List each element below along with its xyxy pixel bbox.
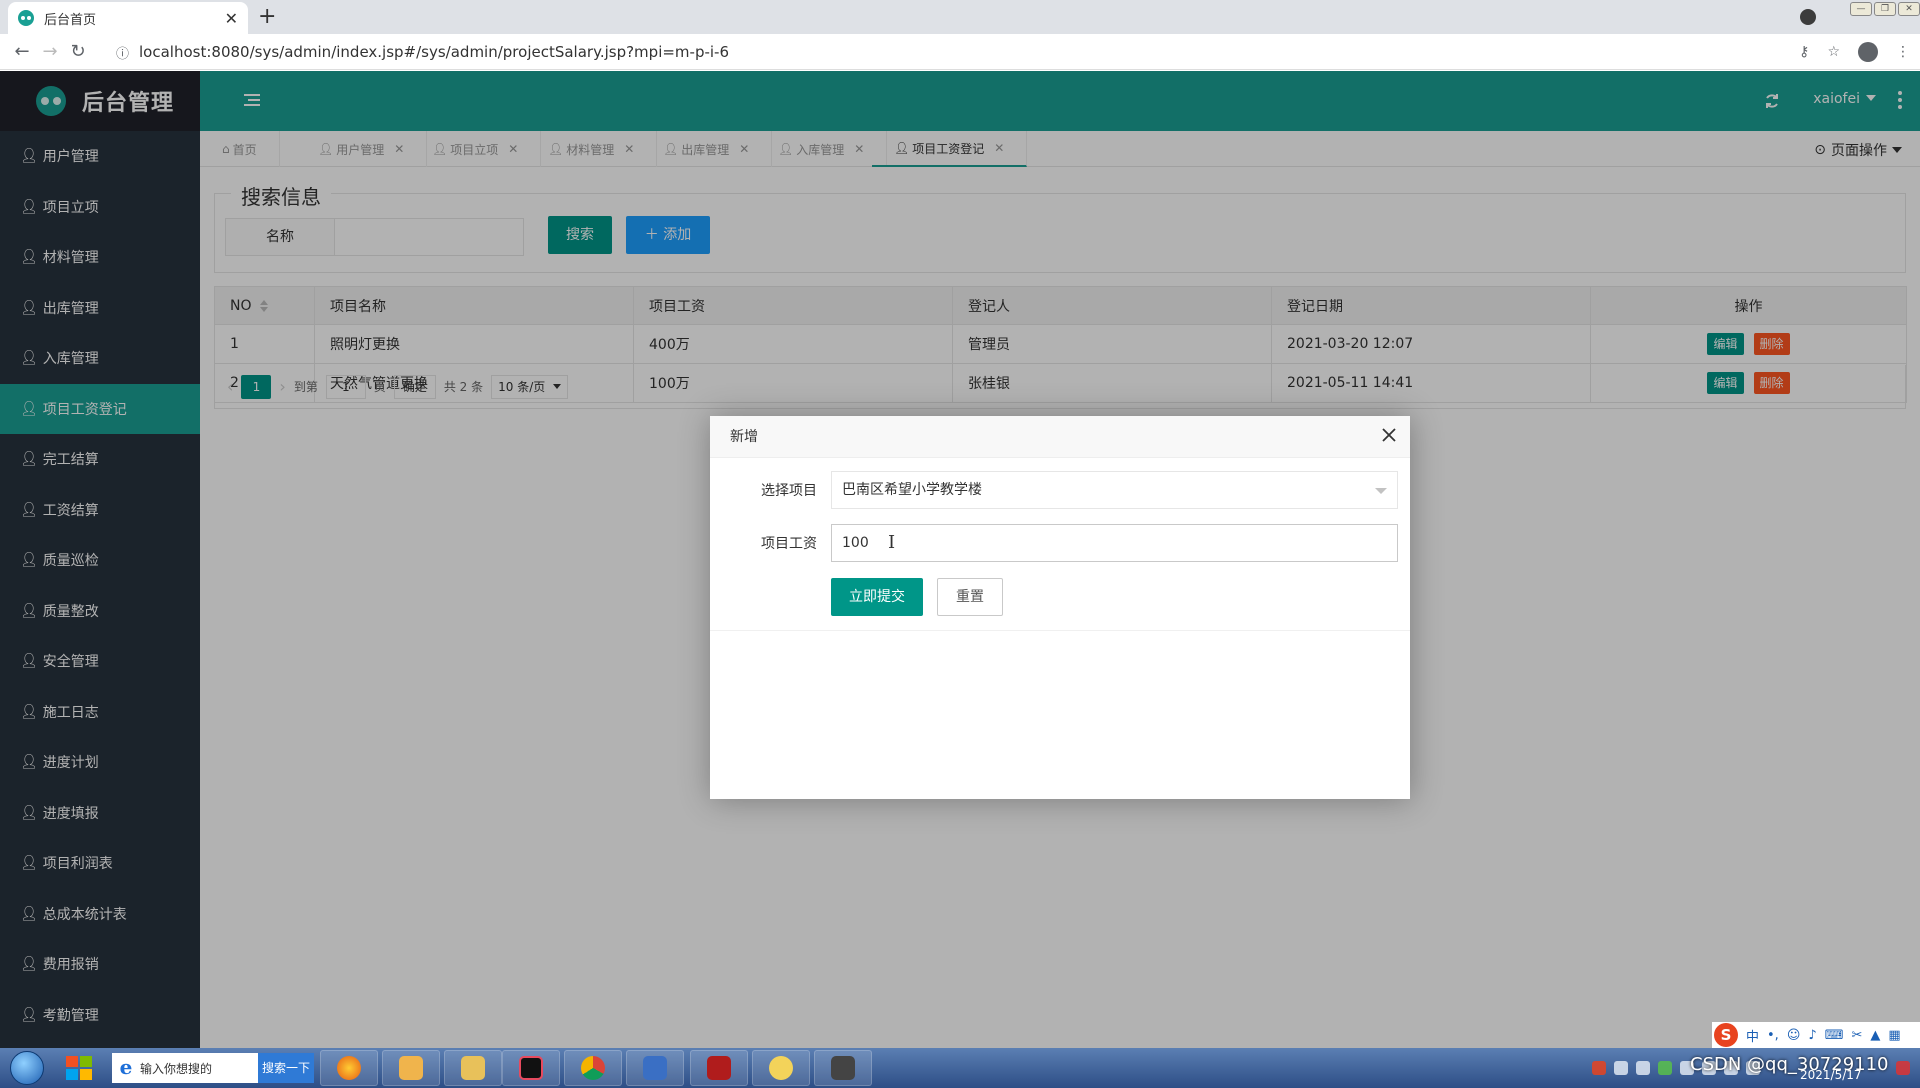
bookmark-star-icon[interactable]: ☆	[1827, 44, 1840, 60]
start-button[interactable]	[10, 1051, 44, 1085]
file-explorer-icon[interactable]	[444, 1050, 502, 1086]
new-tab-button[interactable]: +	[258, 4, 276, 30]
url-text: localhost:8080/sys/admin/index.jsp#/sys/…	[139, 43, 730, 61]
reset-button[interactable]: 重置	[937, 578, 1003, 616]
flag-tray-icon[interactable]	[1636, 1061, 1650, 1075]
project-label: 选择项目	[761, 483, 817, 499]
taskbar-search-placeholder: 输入你想搜的	[140, 1061, 213, 1076]
grid-menu-icon[interactable]: ▦	[1888, 1028, 1900, 1043]
info-icon[interactable]: ⓘ	[116, 43, 129, 62]
folder-app-icon[interactable]	[752, 1050, 810, 1086]
submit-button[interactable]: 立即提交	[831, 578, 923, 616]
favicon-icon	[18, 10, 34, 26]
tab-search-icon[interactable]	[1800, 9, 1816, 25]
toolbar-actions: ⚷ ☆ ⋮	[1799, 42, 1910, 62]
chrome-menu-icon[interactable]: ⋮	[1896, 44, 1910, 60]
ime-language[interactable]: 中	[1746, 1026, 1759, 1045]
clock-date: 2021/5/17	[1800, 1068, 1862, 1082]
salary-label: 项目工资	[761, 536, 817, 552]
emoji-icon[interactable]: ☺	[1787, 1028, 1801, 1043]
dialog-title: 新增	[710, 416, 1410, 458]
browser-tab-strip: 后台首页 ✕ + — ❐ ✕	[0, 0, 1920, 34]
notification-icon[interactable]	[1896, 1061, 1910, 1075]
sogou-tray-icon[interactable]	[1592, 1061, 1606, 1075]
key-icon[interactable]: ⚷	[1799, 44, 1809, 60]
close-window-icon[interactable]: ✕	[1898, 2, 1920, 16]
server-app-icon[interactable]	[814, 1050, 872, 1086]
dialog-divider	[710, 630, 1410, 631]
tools-icon[interactable]: ✂	[1851, 1028, 1862, 1043]
filezilla-icon[interactable]	[690, 1050, 748, 1086]
windows-logo-icon[interactable]	[64, 1053, 94, 1083]
chevron-down-icon	[1375, 488, 1387, 500]
skin-icon[interactable]: ▲	[1870, 1028, 1880, 1043]
address-toolbar: ← → ↻ ⓘ localhost:8080/sys/admin/index.j…	[0, 34, 1920, 70]
sogou-ime-icon[interactable]: S	[1714, 1023, 1738, 1047]
ie-icon: e	[119, 1055, 133, 1079]
app-yellow-icon[interactable]	[382, 1050, 440, 1086]
project-select[interactable]: 巴南区希望小学教学楼	[831, 471, 1398, 509]
windows-taskbar: e 输入你想搜的 搜索一下	[0, 1048, 1920, 1088]
taskbar-search-button[interactable]: 搜索一下	[258, 1053, 314, 1083]
close-tab-icon[interactable]: ✕	[225, 9, 238, 28]
profile-icon[interactable]	[1858, 42, 1878, 62]
forward-icon[interactable]: →	[36, 41, 64, 62]
punctuation-icon[interactable]: •,	[1767, 1028, 1779, 1043]
keyboard-icon[interactable]: ⌨	[1825, 1028, 1844, 1043]
salary-input[interactable]: 100	[831, 524, 1398, 562]
project-select-value: 巴南区希望小学教学楼	[842, 482, 982, 498]
firefox-icon[interactable]	[320, 1050, 378, 1086]
help-tray-icon[interactable]	[1614, 1061, 1628, 1075]
window-controls: — ❐ ✕	[1850, 0, 1920, 16]
browser-tab-title: 后台首页	[44, 12, 97, 28]
battery-tray-icon[interactable]	[1658, 1061, 1672, 1075]
network-app-icon[interactable]	[626, 1050, 684, 1086]
url-bar[interactable]: ⓘ localhost:8080/sys/admin/index.jsp#/sy…	[110, 38, 1890, 66]
chrome-icon[interactable]	[564, 1050, 622, 1086]
back-icon[interactable]: ←	[8, 41, 36, 62]
text-cursor-icon: I	[888, 532, 896, 553]
close-icon[interactable]	[1382, 428, 1396, 442]
browser-tab[interactable]: 后台首页 ✕	[8, 2, 248, 34]
maximize-icon[interactable]: ❐	[1874, 2, 1896, 16]
add-dialog: 新增 选择项目 巴南区希望小学教学楼 项目工资 100 I 立即提交 重置	[710, 416, 1410, 799]
ime-toolbar: S 中 •, ☺ ♪ ⌨ ✂ ▲ ▦	[1712, 1022, 1920, 1048]
minimize-icon[interactable]: —	[1850, 2, 1872, 16]
microphone-icon[interactable]: ♪	[1808, 1028, 1816, 1043]
intellij-icon[interactable]	[502, 1050, 560, 1086]
taskbar-search-input[interactable]: e 输入你想搜的	[112, 1053, 258, 1083]
reload-icon[interactable]: ↻	[64, 41, 92, 62]
